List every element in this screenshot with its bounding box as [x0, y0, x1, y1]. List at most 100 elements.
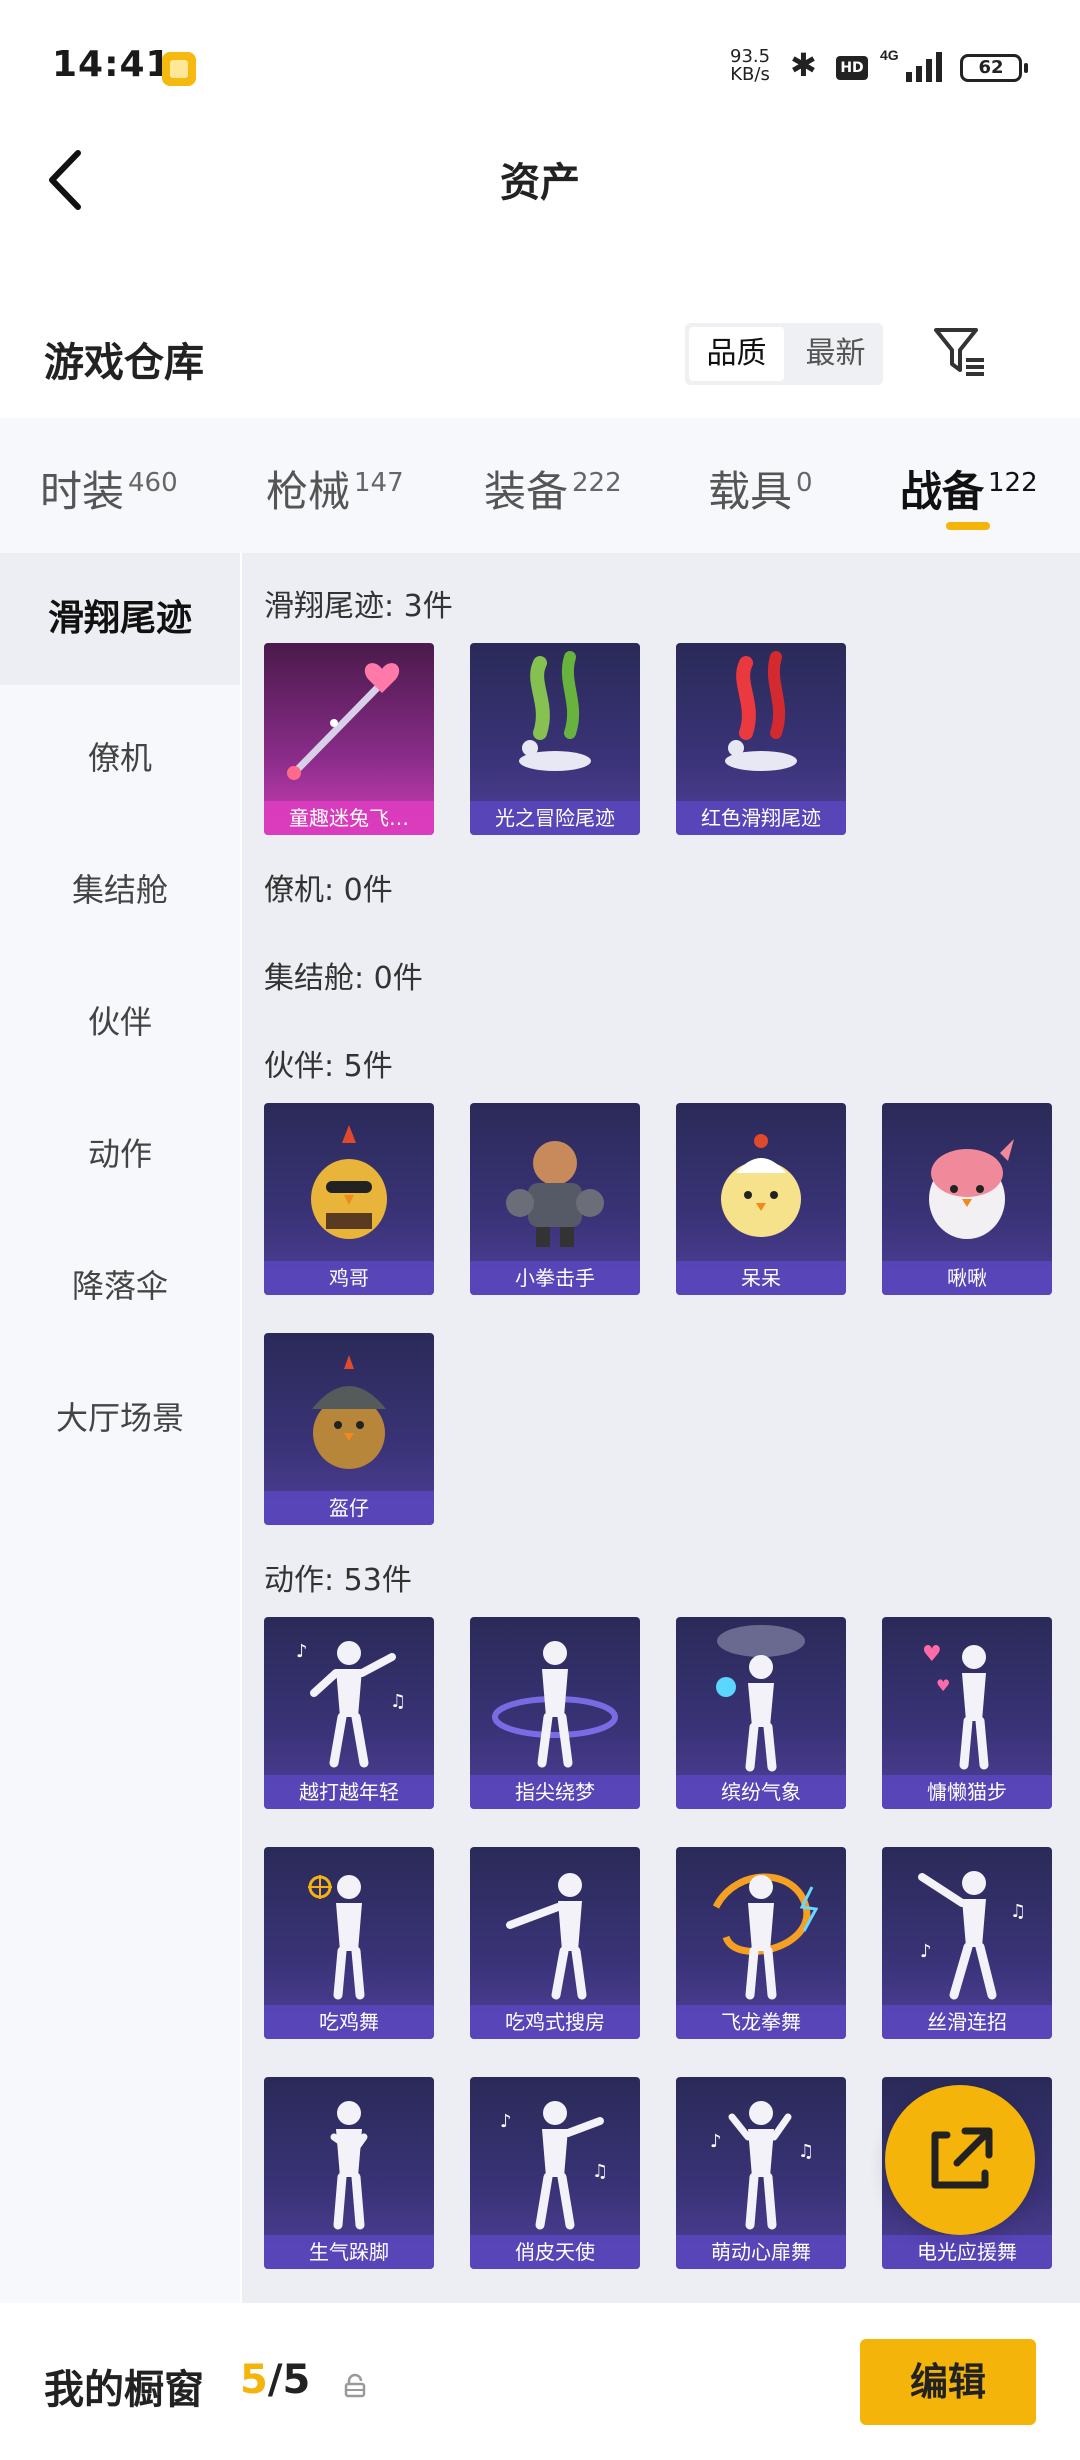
item-card[interactable]: 飞龙拳舞 [676, 1847, 846, 2039]
item-card[interactable]: 吃鸡舞 [264, 1847, 434, 2039]
showcase-label: 我的橱窗 [44, 2367, 204, 2413]
lock-icon [344, 2373, 366, 2398]
svg-text:♫: ♫ [592, 2161, 608, 2182]
svg-text:♫: ♫ [390, 1691, 406, 1712]
dancer-crosshair-icon [308, 1875, 365, 2000]
item-card[interactable]: 缤纷气象 [676, 1617, 846, 1809]
boxer-character-icon [506, 1141, 604, 1247]
item-label: 飞龙拳舞 [676, 2005, 846, 2039]
item-card[interactable]: ♪ ♫ 俏皮天使 [470, 2077, 640, 2269]
dancer-swirl-icon [492, 1641, 618, 1768]
sort-quality-button[interactable]: 品质 [689, 327, 784, 381]
svg-text:♪: ♪ [920, 1941, 932, 1962]
share-icon [931, 2127, 993, 2189]
tab-equipment[interactable]: 装备 222 [484, 458, 622, 519]
item-label: 盔仔 [264, 1491, 434, 1525]
sidebar: 滑翔尾迹 僚机 集结舱 伙伴 动作 降落伞 大厅场景 [0, 553, 240, 2303]
green-trail-icon [519, 651, 591, 771]
category-tabs: 时装 460 枪械 147 装备 222 载具 0 战备 122 [0, 418, 1080, 553]
item-card[interactable]: 鸡哥 [264, 1103, 434, 1295]
item-card[interactable]: ♪ ♫ 萌动心扉舞 [676, 2077, 846, 2269]
sort-newest-button[interactable]: 最新 [788, 323, 883, 385]
dancer-aim-icon [506, 1873, 587, 2000]
item-label: 越打越年轻 [264, 1775, 434, 1809]
item-label: 指尖绕梦 [470, 1775, 640, 1809]
page-title: 资产 [500, 160, 580, 206]
item-label: 慵懒猫步 [882, 1775, 1052, 1809]
sort-toggle: 品质 最新 [685, 323, 883, 385]
svg-text:4G: 4G [880, 47, 899, 63]
sidebar-item-capsule[interactable]: 集结舱 [0, 865, 240, 911]
svg-text:♫: ♫ [1010, 1901, 1026, 1922]
status-bar: 14:41 93.5 KB/s ✱ HD 4G 62 [0, 0, 1080, 130]
item-card[interactable]: 盔仔 [264, 1333, 434, 1525]
item-label: 童趣迷兔飞… [264, 801, 434, 835]
item-card[interactable]: 光之冒险尾迹 [470, 643, 640, 835]
dancer-dragon-icon [712, 1873, 819, 2000]
network-speed: 93.5 KB/s [730, 46, 771, 85]
active-tab-indicator [946, 522, 990, 530]
sidebar-item-wingman[interactable]: 僚机 [0, 733, 240, 779]
tab-firearms[interactable]: 枪械 147 [266, 458, 404, 519]
item-label: 萌动心扉舞 [676, 2235, 846, 2269]
dancer-stomp-icon [330, 2101, 368, 2230]
section-title-wingman: 僚机: 0件 [264, 873, 393, 908]
dancer-pose-icon: ♪ ♫ [918, 1871, 1026, 2000]
item-label: 缤纷气象 [676, 1775, 846, 1809]
item-card[interactable]: 吃鸡式搜房 [470, 1847, 640, 2039]
showcase-count: 5/5 [240, 2357, 311, 2403]
hd-icon: HD [836, 56, 868, 80]
item-card[interactable]: ♥ ♥ 慵懒猫步 [882, 1617, 1052, 1809]
item-card[interactable]: 啾啾 [882, 1103, 1052, 1295]
item-card[interactable]: ♪ ♫ 丝滑连招 [882, 1847, 1052, 2039]
status-time: 14:41 [52, 44, 172, 85]
item-card[interactable]: 呆呆 [676, 1103, 846, 1295]
tab-combat-supplies[interactable]: 战备 122 [900, 458, 1038, 519]
svg-text:♪: ♪ [710, 2131, 722, 2152]
warehouse-title: 游戏仓库 [44, 340, 204, 386]
svg-text:♥: ♥ [922, 1642, 942, 1667]
sidebar-item-action[interactable]: 动作 [0, 1129, 240, 1175]
item-label: 鸡哥 [264, 1261, 434, 1295]
section-title-action: 动作: 53件 [264, 1563, 412, 1598]
chick-character-icon [721, 1134, 801, 1237]
item-label: 光之冒险尾迹 [470, 801, 640, 835]
sidebar-item-lobby-scene[interactable]: 大厅场景 [0, 1393, 240, 1439]
item-card[interactable]: 指尖绕梦 [470, 1617, 640, 1809]
dancer-icon: ♪ ♫ [296, 1641, 406, 1768]
svg-text:♥: ♥ [936, 1676, 950, 1695]
item-card[interactable]: 小拳击手 [470, 1103, 640, 1295]
svg-text:♫: ♫ [798, 2141, 814, 2162]
item-label: 生气跺脚 [264, 2235, 434, 2269]
sidebar-item-parachute[interactable]: 降落伞 [0, 1261, 240, 1307]
item-label: 小拳击手 [470, 1261, 640, 1295]
item-card[interactable]: 红色滑翔尾迹 [676, 643, 846, 835]
item-card[interactable]: 生气跺脚 [264, 2077, 434, 2269]
battery-icon: 62 [960, 54, 1028, 82]
chicken-character-icon [311, 1125, 387, 1239]
item-label: 丝滑连招 [882, 2005, 1052, 2039]
item-label: 呆呆 [676, 1261, 846, 1295]
edit-button[interactable]: 编辑 [860, 2339, 1036, 2425]
helmet-chick-character-icon [312, 1355, 386, 1469]
bottom-bar: 我的橱窗 5/5 编辑 [0, 2303, 1080, 2460]
section-title-glide: 滑翔尾迹: 3件 [264, 589, 453, 624]
pink-bird-character-icon [929, 1139, 1014, 1239]
dancer-heart-dance-icon: ♪ ♫ [710, 2101, 814, 2230]
item-list: 滑翔尾迹: 3件 童趣迷兔飞… 光之冒险尾迹 红色滑翔尾迹 僚机: 0件 集结舱… [242, 553, 1080, 2303]
item-card[interactable]: ♪ ♫ 越打越年轻 [264, 1617, 434, 1809]
sidebar-item-glide-trail[interactable]: 滑翔尾迹 [0, 553, 240, 685]
dancer-hearts-icon: ♥ ♥ [922, 1642, 989, 1770]
sidebar-item-partner[interactable]: 伙伴 [0, 997, 240, 1043]
item-label: 俏皮天使 [470, 2235, 640, 2269]
share-fab-button[interactable] [885, 2085, 1035, 2235]
signal-icon: 4G [880, 47, 942, 82]
wand-icon [287, 663, 400, 780]
tab-vehicles[interactable]: 载具 0 [708, 458, 813, 519]
dancer-cloud-icon [716, 1625, 805, 1772]
svg-text:♪: ♪ [500, 2111, 512, 2132]
item-card[interactable]: 童趣迷兔飞… [264, 643, 434, 835]
tab-fashion[interactable]: 时装 460 [40, 458, 178, 519]
filter-button[interactable] [930, 322, 990, 382]
item-label: 电光应援舞 [882, 2235, 1052, 2269]
